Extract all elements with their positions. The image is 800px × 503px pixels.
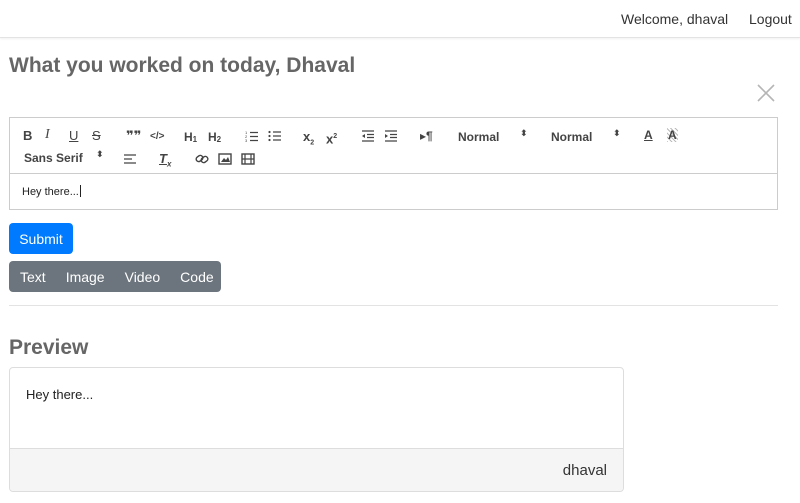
image-button[interactable]: Image — [56, 261, 115, 292]
content-type-button-group: Text Image Video Code — [9, 261, 221, 292]
divider — [9, 305, 778, 306]
editor-text: Hey there... — [22, 186, 79, 198]
code-button[interactable]: Code — [170, 261, 223, 292]
indent-icon[interactable] — [384, 130, 398, 142]
svg-text:3: 3 — [245, 138, 248, 142]
align-left-icon[interactable] — [123, 153, 137, 165]
preview-heading: Preview — [9, 336, 89, 359]
italic-button[interactable]: I — [45, 128, 50, 142]
h2-label: H — [208, 130, 217, 144]
preview-card: Hey there... dhaval — [9, 367, 624, 492]
h2-button[interactable]: H2 — [208, 130, 221, 147]
font-picker[interactable]: Sans Serif ⬍ — [24, 149, 104, 166]
strike-button[interactable]: S — [92, 129, 101, 143]
outdent-icon[interactable] — [361, 130, 375, 142]
h2-sub: 2 — [216, 135, 222, 144]
editor-content[interactable]: Hey there... — [22, 185, 81, 198]
blockquote-button[interactable]: ❞❞ — [126, 129, 141, 143]
submit-button[interactable]: Submit — [9, 223, 73, 254]
link-icon[interactable] — [195, 153, 209, 165]
clean-sub: x — [166, 159, 172, 169]
header-picker-arrow-icon: ⬍ — [520, 128, 528, 138]
underline-button[interactable]: U — [69, 129, 78, 143]
close-icon[interactable] — [757, 84, 775, 102]
bullet-list-icon[interactable] — [268, 130, 282, 142]
font-picker-arrow-icon: ⬍ — [96, 149, 104, 159]
h1-label: H — [184, 130, 193, 144]
header-picker[interactable]: Normal ⬍ — [458, 128, 528, 145]
text-caret — [79, 185, 81, 197]
logout-link[interactable]: Logout — [749, 11, 792, 27]
header-picker-value: Normal — [458, 130, 500, 144]
size-picker-value: Normal — [551, 130, 593, 144]
text-button[interactable]: Text — [9, 261, 56, 292]
top-navbar: Welcome, dhaval Logout — [0, 0, 800, 38]
subscript-button[interactable]: x2 — [303, 130, 314, 151]
size-picker-arrow-icon: ⬍ — [613, 128, 621, 138]
superscript-sup: 2 — [333, 133, 338, 140]
preview-author: dhaval — [562, 462, 607, 479]
video-icon[interactable] — [241, 153, 255, 165]
background-color-picker[interactable]: A — [667, 128, 678, 142]
subscript-sub: 2 — [310, 139, 315, 147]
rich-text-editor: B I U S ❞❞ </> H1 H2 123 x2 x2 ▸¶ Normal… — [9, 117, 778, 210]
code-block-button[interactable]: </> — [150, 130, 164, 144]
video-button[interactable]: Video — [115, 261, 171, 292]
bold-button[interactable]: B — [23, 129, 32, 143]
editor-toolbar: B I U S ❞❞ </> H1 H2 123 x2 x2 ▸¶ Normal… — [10, 118, 777, 174]
h1-button[interactable]: H1 — [184, 130, 197, 147]
font-picker-value: Sans Serif — [24, 151, 83, 165]
rtl-direction-button[interactable]: ▸¶ — [420, 129, 433, 143]
clean-label: T — [159, 151, 167, 166]
preview-card-footer: dhaval — [10, 448, 623, 491]
ordered-list-icon[interactable]: 123 — [245, 130, 259, 142]
image-icon[interactable] — [218, 153, 232, 165]
page-title: What you worked on today, Dhaval — [9, 54, 356, 77]
welcome-text: Welcome, dhaval — [621, 11, 729, 27]
text-color-picker[interactable]: A — [644, 128, 653, 142]
size-picker[interactable]: Normal ⬍ — [551, 128, 621, 145]
h1-sub: 1 — [192, 135, 198, 144]
clean-format-button[interactable]: Tx — [159, 152, 171, 172]
preview-card-body: Hey there... — [26, 387, 94, 402]
superscript-button[interactable]: x2 — [326, 130, 337, 146]
